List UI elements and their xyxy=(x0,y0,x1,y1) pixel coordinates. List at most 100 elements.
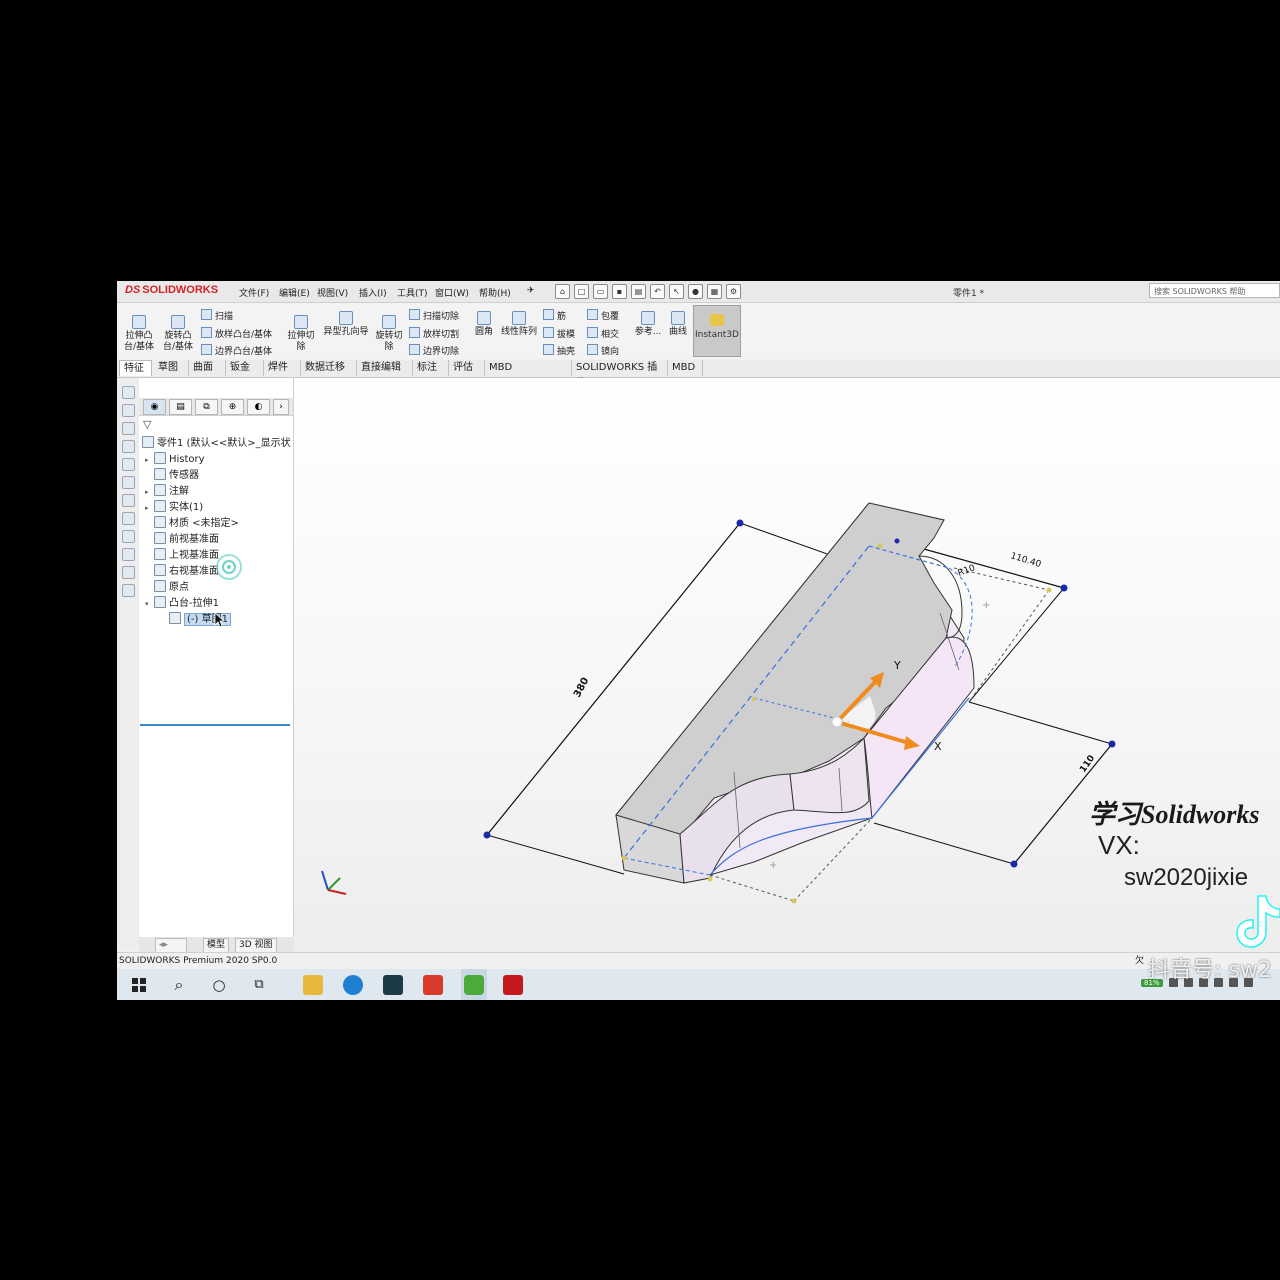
tree-item-right-plane[interactable]: 右视基准面 xyxy=(145,564,219,578)
strip-icon-4[interactable] xyxy=(122,440,135,453)
tab-3d-view[interactable]: 3D 视图 xyxy=(235,938,277,953)
solidworks-logo[interactable]: DS SOLIDWORKS xyxy=(125,284,218,296)
tab-model[interactable]: 模型 xyxy=(203,938,230,953)
menu-view[interactable]: 视图(V) xyxy=(317,286,348,299)
file-properties-icon[interactable]: ▦ xyxy=(707,284,722,299)
reference-geometry-button[interactable]: 参考... xyxy=(631,311,665,338)
tree-item-top-plane[interactable]: 上视基准面 xyxy=(145,548,219,562)
tree-item-front-plane[interactable]: 前视基准面 xyxy=(145,532,219,546)
rebuild-icon[interactable]: ● xyxy=(688,284,703,299)
tab-surfaces[interactable]: 曲面 xyxy=(189,360,226,376)
strip-icon-12[interactable] xyxy=(122,584,135,597)
mirror-button[interactable]: 镜向 xyxy=(587,344,619,357)
lofted-cut-button[interactable]: 放样切割 xyxy=(409,327,459,340)
strip-icon-11[interactable] xyxy=(122,566,135,579)
tab-sheet-metal[interactable]: 钣金 xyxy=(226,360,264,376)
draft-button[interactable]: 拔模 xyxy=(543,327,575,340)
menu-tools[interactable]: 工具(T) xyxy=(397,286,428,299)
undo-icon[interactable]: ↶ xyxy=(650,284,665,299)
file-explorer-icon[interactable] xyxy=(303,975,323,995)
tree-item-annotations[interactable]: ▸ 注解 xyxy=(145,484,189,498)
dimension-side-label[interactable]: 110 xyxy=(1078,754,1097,775)
tab-sketch[interactable]: 草图 xyxy=(154,360,189,376)
tree-item-sensors[interactable]: 传感器 xyxy=(145,468,199,482)
windows-start-icon[interactable] xyxy=(129,975,149,995)
tab-weldments[interactable]: 焊件 xyxy=(264,360,301,376)
expand-icon[interactable]: ▸ xyxy=(145,485,154,499)
strip-icon-2[interactable] xyxy=(122,404,135,417)
strip-icon-8[interactable] xyxy=(122,512,135,525)
dimension-radius-label[interactable]: R10 xyxy=(957,563,977,579)
shell-button[interactable]: 抽壳 xyxy=(543,344,575,357)
dimension-width-label[interactable]: 110.40 xyxy=(1009,551,1042,570)
sweep-button[interactable]: 扫描 xyxy=(201,309,233,322)
tree-item-solid-bodies[interactable]: ▸ 实体(1) xyxy=(145,500,203,514)
tree-item-material[interactable]: 材质 <未指定> xyxy=(145,516,239,530)
strip-icon-1[interactable] xyxy=(122,386,135,399)
wrap-button[interactable]: 包覆 xyxy=(587,309,619,322)
print-icon[interactable]: ▤ xyxy=(631,284,646,299)
menu-edit[interactable]: 编辑(E) xyxy=(279,286,310,299)
property-manager-tab-icon[interactable]: ▤ xyxy=(169,399,192,415)
tab-markup[interactable]: 标注 xyxy=(413,360,449,376)
boundary-boss-button[interactable]: 边界凸台/基体 xyxy=(201,344,272,357)
dimxpert-tab-icon[interactable]: ⊕ xyxy=(221,399,244,415)
feature-manager-tab-icon[interactable]: ◉ xyxy=(143,399,166,415)
options-icon[interactable]: ⚙ xyxy=(726,284,741,299)
extrude-cut-button[interactable]: 拉伸切 除 xyxy=(285,315,317,353)
filter-icon[interactable]: ▽ xyxy=(143,418,151,431)
instant3d-button[interactable]: Instant3D xyxy=(693,305,741,357)
new-icon[interactable]: □ xyxy=(574,284,589,299)
tree-item-origin[interactable]: 原点 xyxy=(145,580,189,594)
boundary-cut-button[interactable]: 边界切除 xyxy=(409,344,459,357)
strip-icon-9[interactable] xyxy=(122,530,135,543)
extruded-part[interactable] xyxy=(615,502,975,884)
wps-office-icon[interactable] xyxy=(423,975,443,995)
tab-mbd-dimensions[interactable]: MBD Dimensions xyxy=(485,360,572,389)
fillet-button[interactable]: 圆角 xyxy=(471,311,497,338)
expand-icon[interactable]: ▸ xyxy=(145,453,154,467)
menu-file[interactable]: 文件(F) xyxy=(239,286,269,299)
tab-evaluate[interactable]: 评估 xyxy=(449,360,485,376)
save-icon[interactable]: ▪ xyxy=(612,284,627,299)
strip-icon-7[interactable] xyxy=(122,494,135,507)
select-icon[interactable]: ↖ xyxy=(669,284,684,299)
home-icon[interactable]: ⌂ xyxy=(555,284,570,299)
open-icon[interactable]: ▭ xyxy=(593,284,608,299)
edge-browser-icon[interactable] xyxy=(343,975,363,995)
loft-button[interactable]: 放样凸台/基体 xyxy=(201,327,272,340)
display-manager-tab-icon[interactable]: ◐ xyxy=(247,399,270,415)
search-icon[interactable]: ⌕ xyxy=(169,975,189,995)
strip-icon-6[interactable] xyxy=(122,476,135,489)
strip-icon-3[interactable] xyxy=(122,422,135,435)
rollback-bar[interactable] xyxy=(140,724,290,726)
collapse-icon[interactable]: ▾ xyxy=(145,597,154,611)
motion-study-tab[interactable]: ◂▸ xyxy=(155,938,187,953)
hole-wizard-button[interactable]: 异型孔向导 xyxy=(320,311,372,338)
chevron-right-icon[interactable]: › xyxy=(273,399,289,415)
cortana-icon[interactable]: ○ xyxy=(209,975,229,995)
task-view-icon[interactable]: ⧉ xyxy=(249,975,269,995)
menu-help[interactable]: 帮助(H) xyxy=(479,286,511,299)
strip-icon-10[interactable] xyxy=(122,548,135,561)
tab-mbd[interactable]: MBD xyxy=(668,360,703,376)
wechat-taskbar-button[interactable] xyxy=(461,969,487,1000)
tab-direct-editing[interactable]: 直接编辑 xyxy=(357,360,413,376)
tab-data-migration[interactable]: 数据迁移 xyxy=(301,360,357,376)
app-icon[interactable] xyxy=(383,975,403,995)
expand-icon[interactable]: ▸ xyxy=(145,501,154,515)
intersect-button[interactable]: 相交 xyxy=(587,327,619,340)
curves-button[interactable]: 曲线 xyxy=(665,311,691,338)
strip-icon-5[interactable] xyxy=(122,458,135,471)
configuration-manager-tab-icon[interactable]: ⧉ xyxy=(195,399,218,415)
pin-icon[interactable]: ✈ xyxy=(527,286,535,296)
extrude-boss-button[interactable]: 拉伸凸 台/基体 xyxy=(123,315,155,353)
solidworks-taskbar-icon[interactable] xyxy=(503,975,523,995)
tab-features[interactable]: 特征 xyxy=(119,360,152,376)
menu-window[interactable]: 窗口(W) xyxy=(435,286,469,299)
tree-item-boss-extrude[interactable]: ▾ 凸台-拉伸1 xyxy=(145,596,219,610)
swept-cut-button[interactable]: 扫描切除 xyxy=(409,309,459,322)
help-search-input[interactable]: 搜索 SOLIDWORKS 帮助 xyxy=(1149,283,1280,298)
tree-root-part[interactable]: 零件1 (默认<<默认>_显示状 xyxy=(142,436,291,450)
revolve-cut-button[interactable]: 旋转切 除 xyxy=(373,315,405,353)
